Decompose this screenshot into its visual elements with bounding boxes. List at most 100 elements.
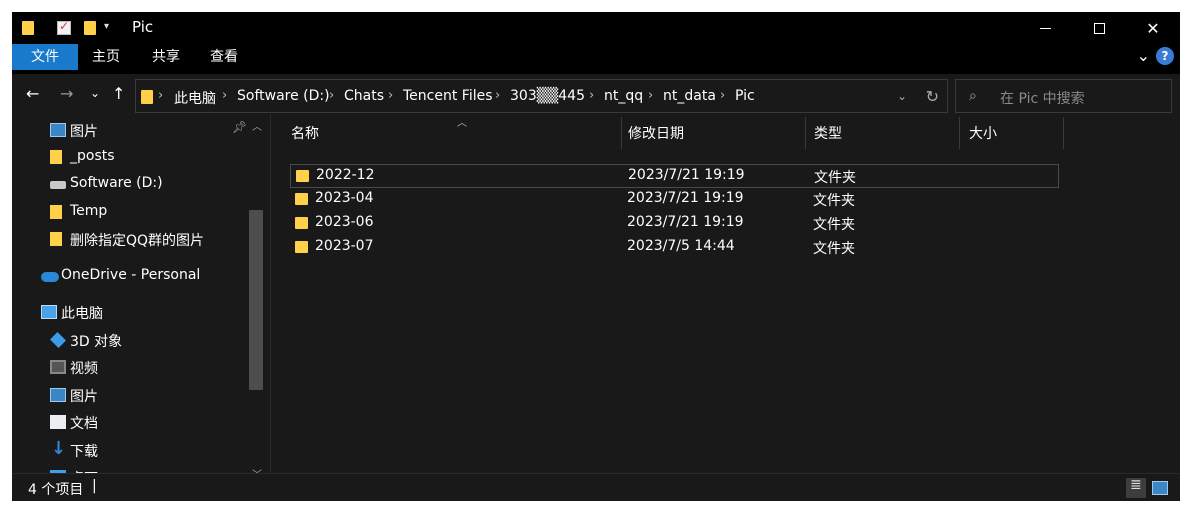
folder-icon	[296, 170, 309, 182]
breadcrumb-separator[interactable]: ›	[720, 88, 725, 103]
pin-icon[interactable]: 📌︎	[232, 120, 247, 134]
breadcrumb-tencent-files[interactable]: Tencent Files	[403, 88, 493, 104]
breadcrumb-nt-qq[interactable]: nt_qq	[604, 88, 643, 104]
sidebar-item-label: 图片	[70, 389, 98, 405]
downloads-icon	[50, 438, 66, 459]
search-box[interactable]: ⌕ 在 Pic 中搜索	[955, 79, 1172, 113]
file-modified: 2023/7/5 14:44	[627, 238, 735, 254]
address-history-chevron-icon[interactable]: ⌄	[897, 89, 907, 103]
file-row[interactable]: 2023-06 2023/7/21 19:19 文件夹	[290, 212, 1059, 236]
3d-objects-icon	[50, 332, 66, 348]
forward-arrow-icon[interactable]: →	[60, 84, 73, 103]
column-header-type[interactable]: 类型	[804, 117, 959, 149]
help-icon[interactable]: ?	[1156, 47, 1174, 65]
breadcrumb-separator[interactable]: ›	[158, 88, 163, 103]
sidebar-item-label: 图片	[70, 124, 98, 140]
breadcrumb-separator[interactable]: ›	[222, 88, 227, 103]
file-row[interactable]: 2023-07 2023/7/5 14:44 文件夹	[290, 236, 1059, 260]
sidebar-item-desktop[interactable]: 桌面	[50, 466, 230, 473]
breadcrumb-separator[interactable]: ›	[329, 88, 334, 103]
sidebar-item-temp[interactable]: Temp	[50, 201, 230, 225]
column-divider[interactable]	[1063, 117, 1064, 149]
sidebar-item-delete-qq-pics[interactable]: 删除指定QQ群的图片	[50, 228, 240, 252]
breadcrumb-separator[interactable]: ›	[495, 88, 500, 103]
ribbon-tabs: 文件 主页 共享 查看 ⌄ ?	[12, 44, 1180, 74]
properties-checkbox-icon[interactable]	[57, 19, 71, 36]
column-header-name[interactable]: 名称	[281, 117, 621, 149]
file-list: ︿ 名称 修改日期 类型 大小 2022-12 2023/7/21 19:19 …	[271, 114, 1180, 473]
tab-home[interactable]: 主页	[78, 44, 134, 70]
file-row[interactable]: 2023-04 2023/7/21 19:19 文件夹	[290, 188, 1059, 212]
sidebar-item-label: 3D 对象	[70, 334, 123, 350]
large-icons-view-icon[interactable]	[1152, 481, 1168, 495]
videos-icon	[50, 360, 66, 374]
sidebar-item-pictures[interactable]: 图片	[50, 384, 230, 408]
refresh-icon[interactable]: ↻	[926, 87, 939, 106]
onedrive-cloud-icon	[41, 272, 59, 282]
close-button[interactable]: ✕	[1130, 12, 1176, 44]
file-name: 2022-12	[316, 167, 375, 183]
breadcrumb-software-d[interactable]: Software (D:)	[237, 88, 330, 104]
item-count: 4 个项目	[28, 482, 84, 498]
breadcrumb-chats[interactable]: Chats	[344, 88, 384, 104]
expand-ribbon-chevron-icon[interactable]: ⌄	[1137, 46, 1150, 65]
address-bar[interactable]: › 此电脑 › Software (D:) › Chats › Tencent …	[135, 79, 948, 113]
folder-icon	[50, 232, 62, 246]
maximize-button[interactable]	[1076, 12, 1122, 44]
sidebar-item-onedrive[interactable]: OneDrive - Personal	[41, 265, 241, 289]
column-header-modified[interactable]: 修改日期	[618, 117, 804, 149]
sidebar-item-label: 视频	[70, 361, 98, 377]
up-arrow-icon[interactable]: ↑	[112, 84, 125, 103]
sidebar-item-this-pc[interactable]: 此电脑	[41, 301, 231, 325]
sidebar-item-posts[interactable]: _posts	[50, 146, 230, 170]
search-icon: ⌕	[969, 88, 977, 104]
back-arrow-icon[interactable]: ←	[26, 84, 39, 103]
sidebar-item-software-d[interactable]: Software (D:)	[50, 173, 230, 197]
scroll-down-chevron-icon[interactable]: ﹀	[252, 466, 262, 473]
scroll-up-chevron-icon[interactable]: ︿	[252, 118, 262, 133]
this-pc-icon	[41, 305, 57, 319]
status-divider: |	[92, 478, 97, 494]
window-title: Pic	[132, 18, 154, 36]
sidebar-item-documents[interactable]: 文档	[50, 411, 230, 435]
tab-view[interactable]: 查看	[196, 44, 252, 70]
breadcrumb-account[interactable]: 303▒▒445	[510, 88, 585, 104]
file-type: 文件夹	[813, 193, 855, 209]
breadcrumb-separator[interactable]: ›	[589, 88, 594, 103]
sidebar-item-label: 下载	[70, 444, 98, 460]
sidebar-item-label: Temp	[70, 203, 108, 219]
pictures-icon	[50, 123, 66, 137]
folder-icon	[50, 205, 62, 219]
folder-app-icon	[22, 20, 36, 36]
new-folder-icon[interactable]	[84, 20, 98, 36]
breadcrumb-separator[interactable]: ›	[648, 88, 653, 103]
recent-locations-chevron-icon[interactable]: ⌄	[90, 86, 100, 100]
tab-file[interactable]: 文件	[12, 44, 78, 70]
breadcrumb-pic[interactable]: Pic	[735, 88, 755, 104]
file-type: 文件夹	[813, 241, 855, 257]
sidebar-item-3d-objects[interactable]: 3D 对象	[50, 329, 230, 353]
sidebar-item-label: 此电脑	[61, 306, 103, 322]
sidebar-item-downloads[interactable]: 下载	[50, 438, 230, 463]
sidebar-item-videos[interactable]: 视频	[50, 356, 230, 380]
breadcrumb-nt-data[interactable]: nt_data	[663, 88, 716, 104]
quick-access-dropdown-icon[interactable]: ▾	[104, 21, 109, 32]
sidebar-item-pictures-quick[interactable]: 图片	[50, 119, 230, 143]
sidebar-item-label: OneDrive - Personal	[61, 267, 201, 283]
file-type: 文件夹	[814, 170, 856, 186]
breadcrumb-separator[interactable]: ›	[388, 88, 393, 103]
sidebar-item-label: Software (D:)	[70, 175, 163, 191]
file-modified: 2023/7/21 19:19	[627, 190, 744, 206]
folder-icon	[295, 217, 308, 229]
minimize-button[interactable]	[1022, 12, 1068, 44]
status-bar: 4 个项目 |	[12, 473, 1180, 501]
tab-share[interactable]: 共享	[138, 44, 194, 70]
file-row[interactable]: 2022-12 2023/7/21 19:19 文件夹	[290, 164, 1059, 188]
column-header-label: 类型	[814, 126, 842, 142]
title-bar[interactable]: ▾ Pic ✕	[12, 12, 1180, 44]
column-header-label: 名称	[291, 126, 319, 142]
breadcrumb-this-pc[interactable]: 此电脑	[174, 88, 216, 108]
column-header-size[interactable]: 大小	[959, 117, 1063, 149]
sidebar-scrollbar-thumb[interactable]	[249, 210, 263, 390]
details-view-icon[interactable]	[1126, 477, 1146, 498]
